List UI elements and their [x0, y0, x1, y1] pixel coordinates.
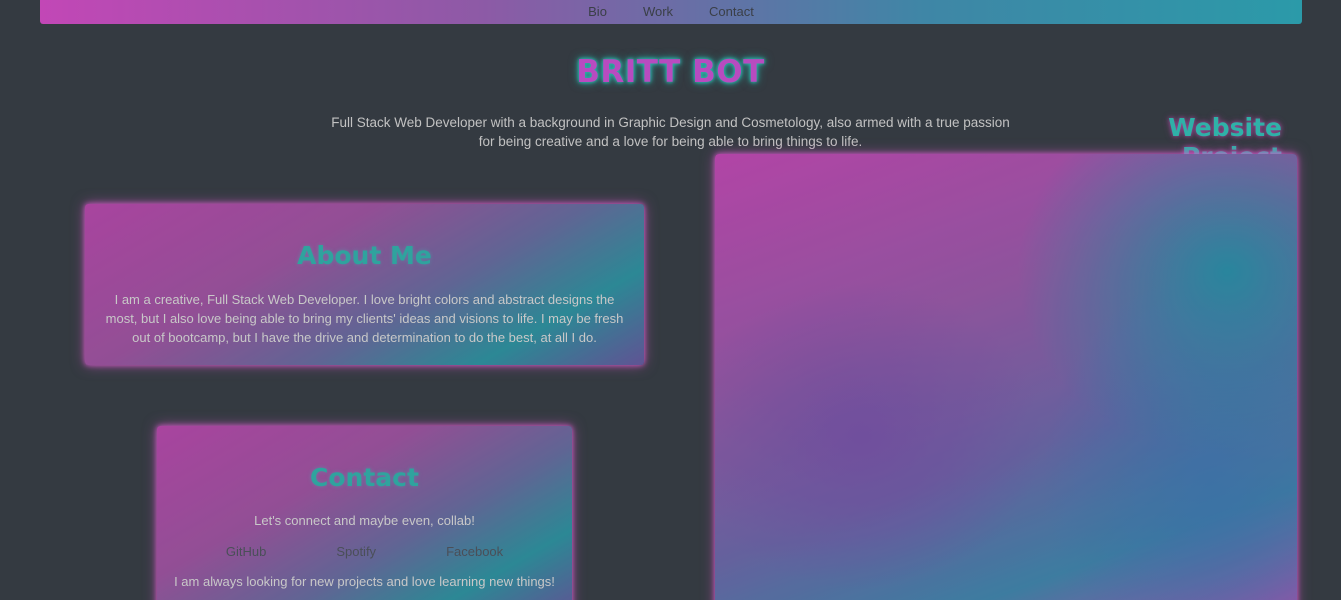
site-title: BRITT BOT — [576, 54, 765, 90]
page: Bio Work Contact BRITT BOT Full Stack We… — [0, 0, 1341, 600]
nav-link-bio[interactable]: Bio — [588, 4, 607, 19]
about-heading: About Me — [297, 241, 432, 270]
facebook-link[interactable]: Facebook — [446, 544, 503, 559]
nav-link-work[interactable]: Work — [643, 4, 673, 19]
github-link[interactable]: GitHub — [226, 544, 266, 559]
contact-card: Contact Let's connect and maybe even, co… — [157, 426, 572, 600]
about-text: I am a creative, Full Stack Web Develope… — [85, 270, 644, 347]
about-text-line: I am a creative, Full Stack Web Develope… — [114, 292, 615, 307]
contact-heading: Contact — [310, 463, 419, 492]
top-nav-bar: Bio Work Contact — [40, 0, 1302, 24]
about-text-line: out of bootcamp, but I have the drive an… — [132, 330, 597, 345]
social-links: GitHub Spotify Facebook — [157, 544, 572, 559]
contact-footer: I am always looking for new projects and… — [174, 574, 555, 589]
spotify-link[interactable]: Spotify — [336, 544, 376, 559]
about-card: About Me I am a creative, Full Stack Web… — [85, 204, 644, 365]
main-nav: Bio Work Contact — [40, 4, 1302, 19]
project-preview-image[interactable] — [715, 154, 1297, 600]
nav-link-contact[interactable]: Contact — [709, 4, 754, 19]
about-text-line: most, but I also love being able to brin… — [105, 311, 624, 326]
contact-lead: Let's connect and maybe even, collab! — [254, 513, 475, 528]
